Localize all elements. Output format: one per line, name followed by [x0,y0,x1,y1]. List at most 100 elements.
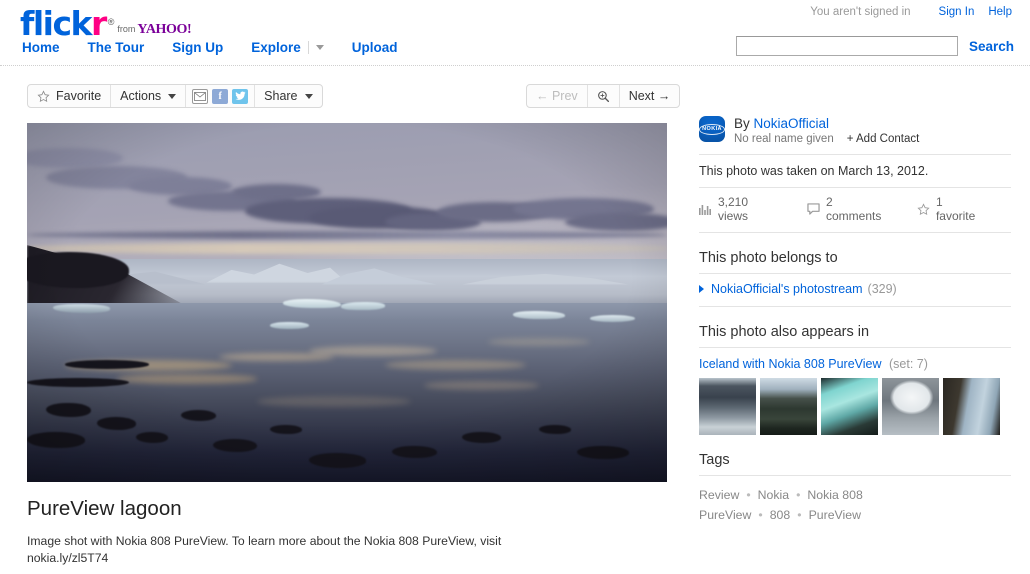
tag-separator: • [796,488,801,502]
views-stat[interactable]: 3,210 views [699,195,781,223]
set-count: (set: 7) [889,357,928,371]
star-icon [37,89,50,102]
thumbnail-basalt-cliffs[interactable] [943,378,1000,435]
nav-home[interactable]: Home [22,40,60,55]
photostream-item[interactable]: NokiaOfficial's photostream (329) [699,274,1011,306]
logo-from-text: from [117,24,136,34]
zoom-button[interactable] [588,85,620,107]
prev-next-group: ← Prev Next → [526,84,681,108]
owner-username-link[interactable]: NokiaOfficial [754,116,830,131]
thumbnail-blue-ice[interactable] [821,378,878,435]
chevron-down-icon [304,93,313,99]
comments-stat[interactable]: 2 comments [807,195,891,223]
photo-sidebar: NOKIA By NokiaOfficial No real name give… [698,116,1011,525]
appears-in-heading: This photo also appears in [699,324,870,340]
thumbnail-clouds-aerial[interactable] [699,378,756,435]
nav-explore-group: Explore [251,40,324,55]
tag-separator: • [746,488,751,502]
facebook-icon[interactable]: f [212,88,229,104]
bar-chart-icon [699,204,712,215]
action-button-group: Favorite Actions f Share [27,84,323,108]
next-button[interactable]: Next → [620,85,680,107]
logo-text-flick: flick [20,4,93,43]
nav-the-tour[interactable]: The Tour [88,40,145,55]
search-bar: Search [735,36,1014,56]
account-area: You aren't signed in Sign In Help [810,6,1012,18]
favorites-stat[interactable]: 1 favorite [917,195,985,223]
photo-vignette [27,123,667,482]
share-label: Share [264,89,298,103]
chevron-down-icon [168,93,177,99]
tags-heading: Tags [699,452,730,468]
thumbnail-ice-cave[interactable] [882,378,939,435]
photo-description: Image shot with Nokia 808 PureView. To l… [27,534,502,565]
nav-upload[interactable]: Upload [352,40,398,55]
belongs-to-heading: This photo belongs to [699,250,838,266]
nav-sign-up[interactable]: Sign Up [172,40,223,55]
signed-in-status: You aren't signed in [810,6,911,18]
actions-dropdown[interactable]: Actions [111,85,187,107]
tag-808[interactable]: 808 [770,508,791,522]
set-link[interactable]: Iceland with Nokia 808 PureView [699,357,882,371]
page-title: PureView lagoon [27,497,182,520]
photostream-count: (329) [867,282,897,296]
avatar-label: NOKIA [698,123,726,135]
photostream-link[interactable]: NokiaOfficial's photostream [711,282,863,296]
favorite-label: Favorite [56,89,102,103]
tag-list: Review • Nokia • Nokia 808 PureView • 808 • Pure… [699,476,999,525]
favorite-button[interactable]: Favorite [28,85,112,107]
set-thumbnails [699,378,1011,435]
sidebar-divider-3 [699,232,1011,233]
sign-in-link[interactable]: Sign In [939,6,975,18]
tag-review[interactable]: Review [699,488,739,502]
main-photo[interactable] [27,123,667,482]
nav-explore[interactable]: Explore [251,40,301,55]
magnifier-icon [597,90,609,102]
prev-button[interactable]: ← Prev [527,85,588,107]
search-input[interactable] [735,36,958,56]
add-contact-button[interactable]: + Add Contact [847,133,920,145]
header-divider [0,65,1030,66]
tag-separator: • [797,508,802,522]
favorites-label: 1 favorite [935,195,976,223]
set-title: Iceland with Nokia 808 PureView (set: 7) [699,357,1011,371]
photo-stats: 3,210 views 2 comments 1 favorite [699,188,1011,232]
yahoo-logo: YAHOO! [137,22,192,37]
flickr-photo-page: flick r ® from YAHOO! Home The Tour Sign … [0,0,1030,574]
twitter-icon[interactable] [232,88,249,104]
views-label: 3,210 views [718,195,749,223]
date-taken: This photo was taken on March 13, 2012. [699,164,929,178]
chevron-down-icon[interactable] [315,45,324,50]
star-icon [917,202,930,216]
tag-pureview[interactable]: PureView [809,508,861,522]
owner-text-block: By NokiaOfficial No real name given + Ad… [734,116,919,145]
share-icons-group: f [186,85,256,107]
twitter-bird-glyph [235,91,246,100]
comment-icon [807,203,820,215]
avatar[interactable]: NOKIA [698,116,726,142]
photo-action-toolbar: Favorite Actions f Share [27,84,323,108]
owner-byline: By NokiaOfficial [734,116,919,131]
triangle-right-icon [699,285,704,293]
flickr-logo[interactable]: flick r ® from YAHOO! [20,4,192,43]
tag-separator: • [758,508,763,522]
main-navigation: Home The Tour Sign Up Explore Upload [22,40,426,55]
photo-set-row: Iceland with Nokia 808 PureView (set: 7) [699,348,1011,435]
site-header: flick r ® from YAHOO! Home The Tour Sign … [0,0,1030,66]
owner-info: NOKIA By NokiaOfficial No real name give… [698,116,1011,154]
sidebar-divider-5 [699,306,1011,307]
actions-label: Actions [120,89,162,103]
by-label: By [734,116,750,131]
tag-nokia[interactable]: Nokia [758,488,789,502]
registered-mark-icon: ® [107,17,115,27]
email-icon[interactable] [192,88,209,104]
comments-label: 2 comments [825,195,882,223]
share-dropdown[interactable]: Share [255,85,321,107]
search-button[interactable]: Search [969,39,1014,54]
nav-divider [307,41,309,54]
thumbnail-moss-landscape[interactable] [760,378,817,435]
logo-text-r: r [91,4,107,43]
owner-meta: No real name given + Add Contact [734,133,919,145]
help-link[interactable]: Help [988,6,1012,18]
owner-real-name: No real name given [734,133,834,145]
